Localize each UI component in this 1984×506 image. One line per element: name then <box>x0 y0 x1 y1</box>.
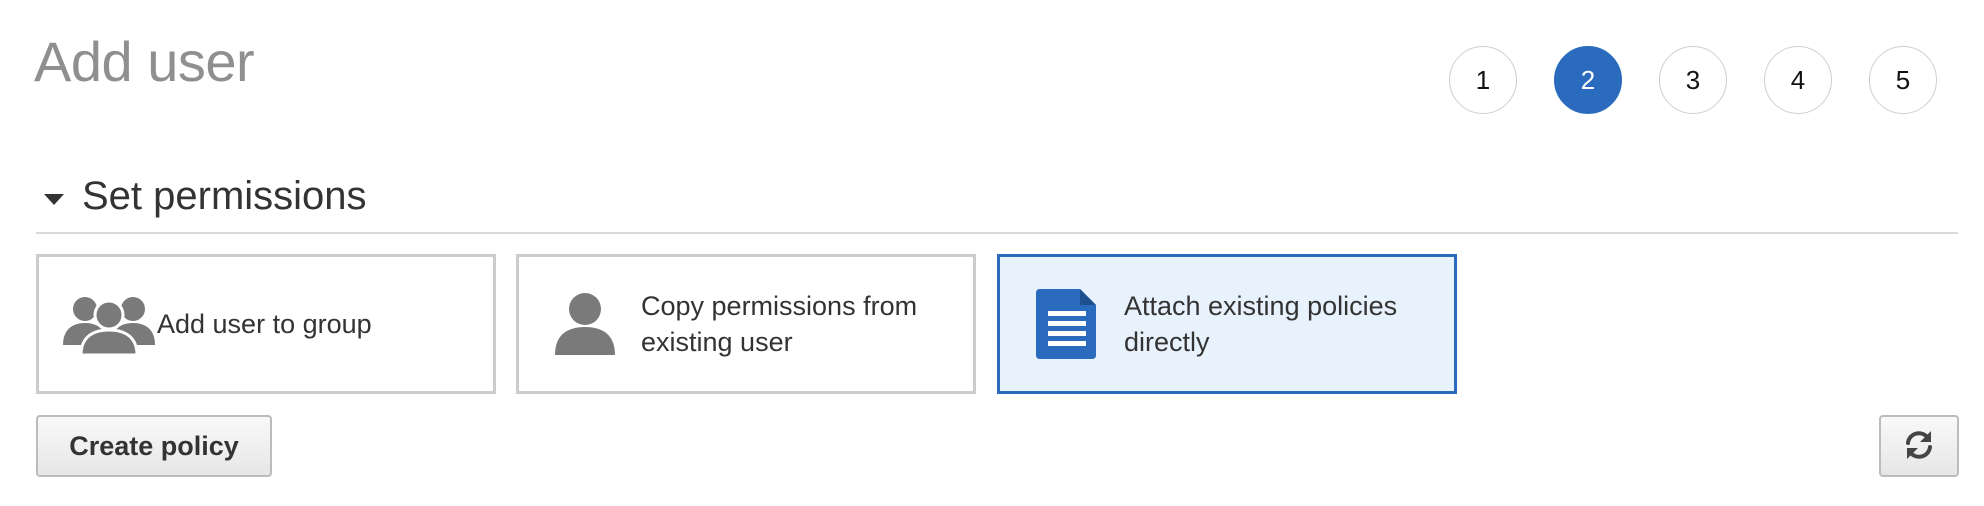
document-icon <box>1036 289 1098 359</box>
refresh-icon <box>1902 428 1936 465</box>
option-label: Attach existing policies directly <box>1124 291 1398 357</box>
option-add-user-to-group[interactable]: Add user to group <box>36 254 496 394</box>
create-policy-button[interactable]: Create policy <box>36 415 272 477</box>
step-4[interactable]: 4 <box>1764 46 1832 114</box>
user-group-icon <box>63 293 155 355</box>
step-1[interactable]: 1 <box>1449 46 1517 114</box>
option-label: Add user to group <box>157 309 372 339</box>
wizard-steps: 1 2 3 4 5 <box>1449 46 1937 114</box>
section-divider <box>36 232 1958 234</box>
caret-down-icon <box>44 193 64 205</box>
page-title: Add user <box>34 30 255 93</box>
section-title: Set permissions <box>82 174 367 218</box>
step-3[interactable]: 3 <box>1659 46 1727 114</box>
refresh-button[interactable] <box>1879 415 1959 477</box>
step-2-current[interactable]: 2 <box>1554 46 1622 114</box>
option-label: Copy permissions from existing user <box>641 291 918 357</box>
add-user-page: Add user 1 2 3 4 5 Set permissions Add u… <box>0 0 1984 506</box>
option-attach-policies[interactable]: Attach existing policies directly <box>997 254 1457 394</box>
option-copy-permissions[interactable]: Copy permissions from existing user <box>516 254 976 394</box>
set-permissions-header[interactable]: Set permissions <box>34 176 367 216</box>
step-5[interactable]: 5 <box>1869 46 1937 114</box>
user-icon <box>553 293 617 355</box>
